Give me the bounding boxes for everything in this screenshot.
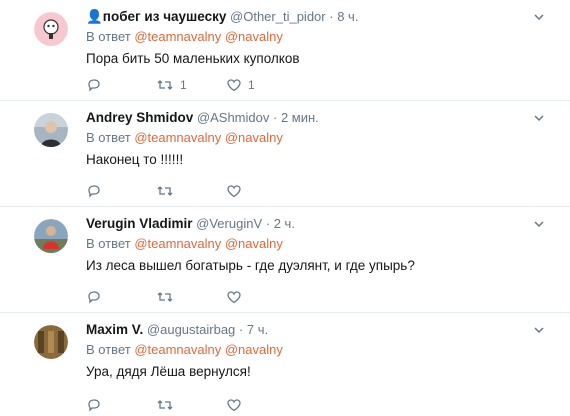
tweet-actions — [86, 182, 306, 200]
reply-prefix: В ответ — [86, 29, 131, 44]
author-handle[interactable]: @Other_ti_pidor — [230, 9, 326, 24]
reply-button[interactable] — [86, 76, 102, 94]
mention-link[interactable]: @navalny — [225, 29, 283, 44]
mention-link[interactable]: @teamnavalny — [134, 236, 221, 251]
author-handle[interactable]: @AShmidov — [197, 110, 269, 125]
avatar[interactable] — [34, 219, 68, 253]
heart-icon — [227, 185, 241, 198]
reply-context: В ответ @teamnavalny @navalny — [86, 341, 550, 359]
reply-context: В ответ @teamnavalny @navalny — [86, 129, 550, 147]
tweet-actions — [86, 288, 306, 306]
chevron-down-icon[interactable] — [534, 113, 544, 123]
tweet-item[interactable]: Verugin Vladimir @VeruginV · 2 ч. В отве… — [0, 207, 570, 313]
reply-prefix: В ответ — [86, 130, 131, 145]
like-count: 1 — [248, 78, 255, 92]
separator-dot: · — [329, 9, 334, 24]
retweet-icon — [157, 186, 173, 196]
tweet-feed: 👤побег из чаушеску @Other_ti_pidor · 8 ч… — [0, 0, 570, 416]
avatar[interactable] — [34, 12, 68, 46]
reply-icon — [88, 185, 100, 198]
retweet-icon — [157, 292, 173, 302]
reply-icon — [88, 291, 100, 304]
reply-context: В ответ @teamnavalny @navalny — [86, 28, 550, 46]
mention-link[interactable]: @navalny — [225, 236, 283, 251]
author-handle[interactable]: @augustairbag — [147, 322, 235, 337]
like-button[interactable]: 1 — [226, 76, 255, 94]
tweet-actions: 1 1 — [86, 76, 306, 94]
heart-icon — [227, 291, 241, 304]
mention-link[interactable]: @teamnavalny — [134, 130, 221, 145]
like-button[interactable] — [226, 288, 248, 306]
tweet-time[interactable]: 2 ч. — [274, 216, 295, 231]
reply-button[interactable] — [86, 182, 102, 200]
mention-link[interactable]: @navalny — [225, 130, 283, 145]
tweet-text: Из леса вышел богатырь - где дуэлянт, и … — [86, 258, 415, 273]
mention-link[interactable]: @teamnavalny — [134, 342, 221, 357]
retweet-button[interactable] — [156, 182, 180, 200]
chevron-down-icon[interactable] — [534, 325, 544, 335]
reply-prefix: В ответ — [86, 342, 131, 357]
reply-icon — [88, 79, 100, 92]
separator-dot: · — [272, 110, 278, 125]
separator-dot: · — [238, 322, 244, 337]
retweet-button[interactable] — [156, 288, 180, 306]
heart-icon — [227, 79, 241, 92]
tweet-item[interactable]: Andrey Shmidov @AShmidov · 2 мин. В отве… — [0, 101, 570, 207]
author-handle[interactable]: @VeruginV — [196, 216, 262, 231]
like-button[interactable] — [226, 182, 248, 200]
tweet-text: Ура, дядя Лёша вернулся! — [86, 364, 251, 379]
retweet-icon — [157, 400, 173, 410]
tweet-text: Наконец то !!!!!! — [86, 152, 184, 167]
retweet-button[interactable]: 1 — [156, 76, 187, 94]
retweet-icon — [157, 80, 173, 90]
tweet-item[interactable]: 👤побег из чаушеску @Other_ti_pidor · 8 ч… — [0, 0, 570, 101]
retweet-button[interactable] — [156, 396, 180, 414]
tweet-text: Пора бить 50 маленьких куполков — [86, 51, 300, 66]
author-name[interactable]: Maxim V. — [86, 322, 143, 337]
chevron-down-icon[interactable] — [534, 219, 544, 229]
mention-link[interactable]: @navalny — [225, 342, 283, 357]
reply-icon — [88, 399, 100, 412]
retweet-count: 1 — [180, 78, 187, 92]
tweet-item[interactable]: Maxim V. @augustairbag · 7 ч. В ответ @t… — [0, 313, 570, 416]
tweet-actions — [86, 396, 306, 414]
author-name[interactable]: Andrey Shmidov — [86, 110, 193, 125]
reply-button[interactable] — [86, 396, 102, 414]
author-name[interactable]: 👤побег из чаушеску — [86, 9, 226, 24]
avatar[interactable] — [34, 325, 68, 359]
tweet-time[interactable]: 2 мин. — [281, 110, 319, 125]
separator-dot: · — [265, 216, 271, 231]
mention-link[interactable]: @teamnavalny — [134, 29, 221, 44]
avatar[interactable] — [34, 113, 68, 147]
chevron-down-icon[interactable] — [534, 12, 544, 22]
tweet-time[interactable]: 7 ч. — [247, 322, 268, 337]
reply-button[interactable] — [86, 288, 102, 306]
reply-prefix: В ответ — [86, 236, 131, 251]
reply-context: В ответ @teamnavalny @navalny — [86, 235, 550, 253]
like-button[interactable] — [226, 396, 248, 414]
tweet-time[interactable]: 8 ч. — [337, 9, 358, 24]
heart-icon — [227, 399, 241, 412]
author-name[interactable]: Verugin Vladimir — [86, 216, 193, 231]
